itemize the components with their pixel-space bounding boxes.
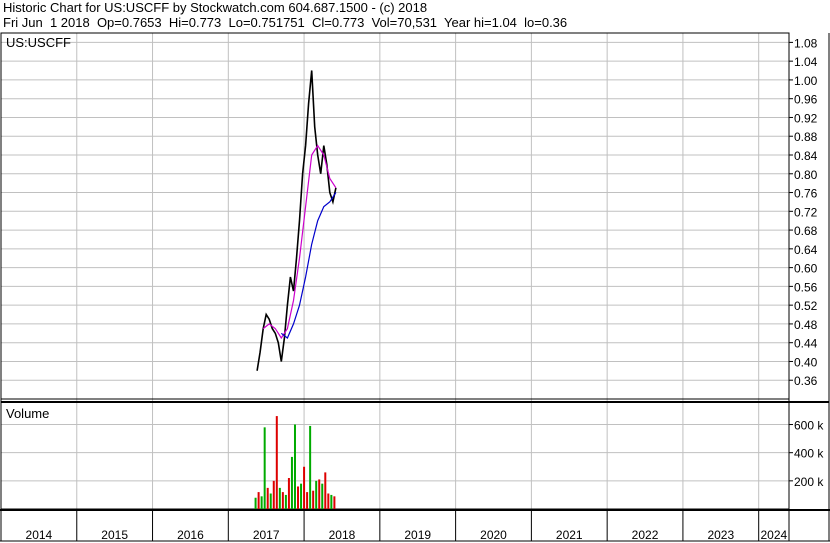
volume-bar [297,486,300,509]
price-tick-label: 0.64 [794,243,818,257]
price-tick-label: 0.80 [794,168,818,182]
volume-gridlines [1,424,789,482]
price-tick-label: 0.56 [794,280,818,294]
price-tick-label: 1.00 [794,74,818,88]
year-label: 2017 [253,528,280,542]
volume-bar [309,425,312,509]
volume-bar [281,492,284,509]
price-tick-label: 0.84 [794,149,818,163]
price-tick-label: 0.40 [794,355,818,369]
volume-bar [330,494,333,509]
volume-bar [321,483,324,509]
volume-bar [290,456,293,509]
series-line-price [256,70,337,371]
price-tick-label: 0.72 [794,205,818,219]
price-tick-label: 1.08 [794,36,818,50]
year-gridlines [76,33,760,509]
volume-bar [260,496,263,509]
price-panel-title: US:USCFF [6,35,71,50]
price-panel-frame [0,32,790,400]
price-tick-label: 1.04 [794,55,818,69]
price-tick-label: 0.68 [794,224,818,238]
year-label: 2019 [404,528,431,542]
price-tick-label: 0.52 [794,299,818,313]
year-label: 2015 [101,528,128,542]
volume-bar [333,496,336,509]
price-tick-label: 0.60 [794,262,818,276]
series-line-ma_short [262,144,337,340]
volume-bar [275,416,278,509]
price-tick-label: 0.36 [794,374,818,388]
volume-bar [315,480,318,509]
stock-chart: US:USCFF Volume 0.36 0.40 0.44 0.48 0.52 0.56… [0,32,830,542]
volume-bar [278,487,281,509]
volume-bar [269,493,272,509]
volume-bar [257,492,260,509]
volume-bar [287,478,290,509]
price-tick-label: 0.48 [794,318,818,332]
volume-panel-title: Volume [6,406,49,421]
price-axis-labels: 0.36 0.40 0.44 0.48 0.52 0.56 0.60 0.64 0.68 0.72… [789,36,818,388]
price-series [256,70,337,371]
year-label: 2022 [632,528,659,542]
price-tick-label: 0.92 [794,111,818,125]
volume-bars [254,416,336,509]
price-tick-label: 0.96 [794,93,818,107]
volume-tick-label: 400 k [794,447,824,461]
price-gridlines [1,41,789,381]
volume-bar [293,424,296,509]
volume-bar [266,487,269,509]
volume-bar [284,494,287,509]
volume-tick-label: 600 k [794,419,824,433]
volume-bar [306,492,309,509]
year-label: 2016 [177,528,204,542]
volume-bar [254,497,257,509]
year-label: 2018 [329,528,356,542]
price-tick-label: 0.88 [794,130,818,144]
year-axis-labels: 2014 2015 2016 2017 2018 2019 2020 2021 2022 2023… [26,510,788,542]
volume-bar [312,490,315,509]
year-label: 2014 [26,528,53,542]
volume-tick-label: 200 k [794,475,824,489]
volume-axis-labels: 200 k 400 k 600 k [789,419,824,489]
price-tick-label: 0.76 [794,187,818,201]
volume-bar [324,472,327,509]
volume-bar [327,493,330,509]
price-tick-label: 0.44 [794,337,818,351]
volume-panel-frame [0,401,790,510]
year-label: 2021 [556,528,583,542]
year-label: 2023 [707,528,734,542]
year-label: 2024 [760,528,787,542]
volume-bar [300,483,303,509]
volume-bar [318,479,321,509]
volume-bar [303,466,306,509]
volume-bar [263,427,266,509]
volume-bar [272,480,275,509]
year-label: 2020 [480,528,507,542]
